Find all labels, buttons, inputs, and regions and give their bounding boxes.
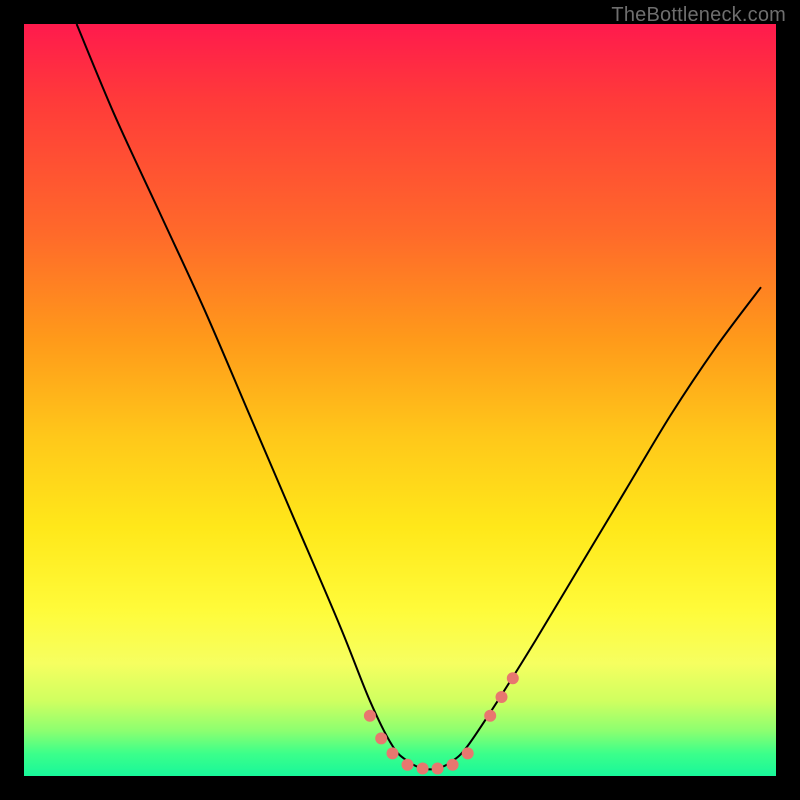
curve-marker <box>387 747 399 759</box>
curve-marker <box>417 763 429 775</box>
watermark-label: TheBottleneck.com <box>611 4 786 27</box>
curve-marker <box>375 732 387 744</box>
bottleneck-curve <box>77 24 761 769</box>
curve-marker <box>364 710 376 722</box>
curve-marker <box>402 759 414 771</box>
curve-marker <box>462 747 474 759</box>
marker-group <box>364 672 519 774</box>
curve-marker <box>484 710 496 722</box>
curve-marker <box>447 759 459 771</box>
curve-marker <box>496 691 508 703</box>
curve-marker <box>432 763 444 775</box>
curve-marker <box>507 672 519 684</box>
bottleneck-curve-svg <box>24 24 776 776</box>
plot-area <box>24 24 776 776</box>
chart-frame: TheBottleneck.com <box>0 0 800 800</box>
